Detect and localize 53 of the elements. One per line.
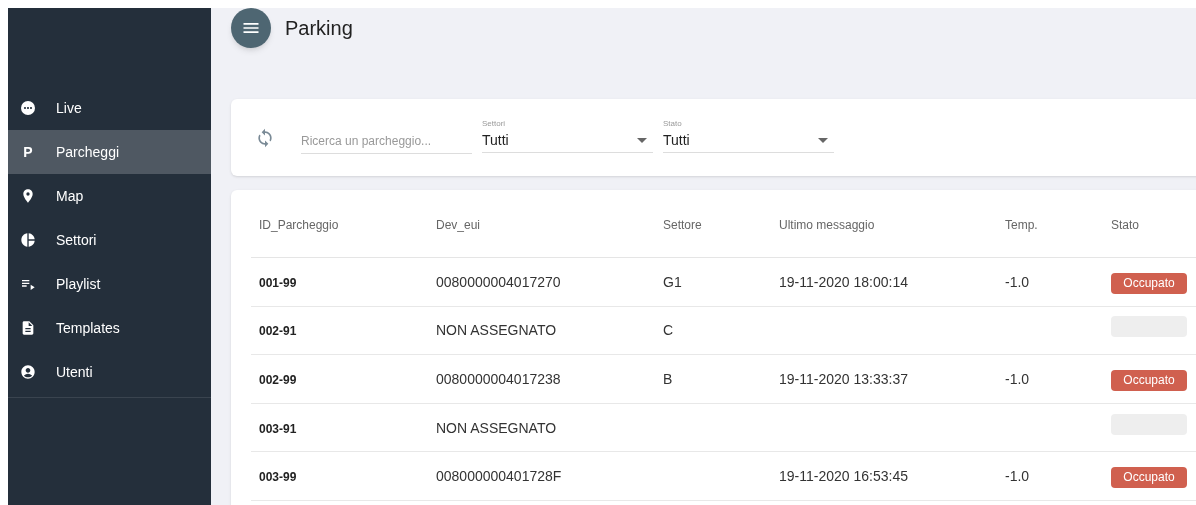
status-badge: Occupato xyxy=(1111,467,1187,489)
chat-bubble-icon xyxy=(21,101,35,115)
sidebar-item[interactable]: Utenti xyxy=(8,350,211,394)
sidebar-item[interactable]: Playlist xyxy=(8,262,211,306)
table-cell: G1 xyxy=(663,273,682,290)
user-icon xyxy=(20,364,36,380)
sidebar-item[interactable]: P Parcheggi xyxy=(8,130,211,174)
table-cell: -1.0 xyxy=(1005,273,1030,290)
refresh-icon[interactable] xyxy=(255,127,275,148)
table-cell: -1.0 xyxy=(1005,468,1030,485)
column-header: Temp. xyxy=(1005,217,1038,232)
table-cell: -1.0 xyxy=(1005,371,1030,387)
parking-icon: P xyxy=(23,145,33,159)
sidebar-item[interactable]: Templates xyxy=(8,306,211,350)
column-header: Ultimo messaggio xyxy=(779,217,875,232)
select-value: Tutti xyxy=(663,131,690,150)
status-badge: Occupato xyxy=(1111,272,1187,294)
table-cell: 002-99 xyxy=(259,373,297,387)
table-cell: 001-99 xyxy=(259,275,297,290)
table-cell: NON ASSEGNATO xyxy=(436,322,557,339)
table-cell: B xyxy=(663,371,673,387)
table-cell: 19-11-2020 16:53:45 xyxy=(779,468,908,485)
table-cell: 0080000004017270 xyxy=(436,273,561,290)
filter-select[interactable]: Stato Tutti xyxy=(663,118,834,153)
filter-select[interactable]: Settori Tutti xyxy=(482,118,653,153)
sidebar-item[interactable]: Map xyxy=(8,174,211,218)
column-header: ID_Parcheggio xyxy=(259,217,339,232)
status-badge: Occupato xyxy=(1111,370,1187,391)
select-label: Settori xyxy=(482,118,507,130)
sidebar-item[interactable]: Settori xyxy=(8,218,211,262)
page-title: Parking xyxy=(285,16,353,41)
table-cell: NON ASSEGNATO xyxy=(436,419,557,436)
dropdown-caret-icon xyxy=(637,137,647,143)
column-header: Stato xyxy=(1111,217,1140,232)
table-cell: 008000000401728F xyxy=(436,468,562,485)
table-cell: 003-91 xyxy=(259,421,297,436)
table-cell: 002-91 xyxy=(259,324,297,339)
sidebar-item[interactable]: Live xyxy=(8,86,211,130)
table-cell: 19-11-2020 18:00:14 xyxy=(779,273,908,290)
document-icon xyxy=(20,320,36,336)
map-pin-icon xyxy=(20,188,36,204)
table-cell: 0080000004017238 xyxy=(436,371,561,387)
dropdown-caret-icon xyxy=(818,137,828,143)
table-cell: 19-11-2020 13:33:37 xyxy=(779,371,908,387)
pie-chart-icon xyxy=(20,232,36,248)
select-label: Stato xyxy=(663,118,683,130)
search-field[interactable]: Ricerca un parcheggio... xyxy=(301,133,472,154)
column-header: Dev_eui xyxy=(436,217,481,232)
table-cell: 003-99 xyxy=(259,470,297,485)
table-cell: C xyxy=(663,322,674,339)
column-header: Settore xyxy=(663,217,702,232)
menu-button[interactable] xyxy=(231,8,271,48)
select-value: Tutti xyxy=(482,131,509,150)
